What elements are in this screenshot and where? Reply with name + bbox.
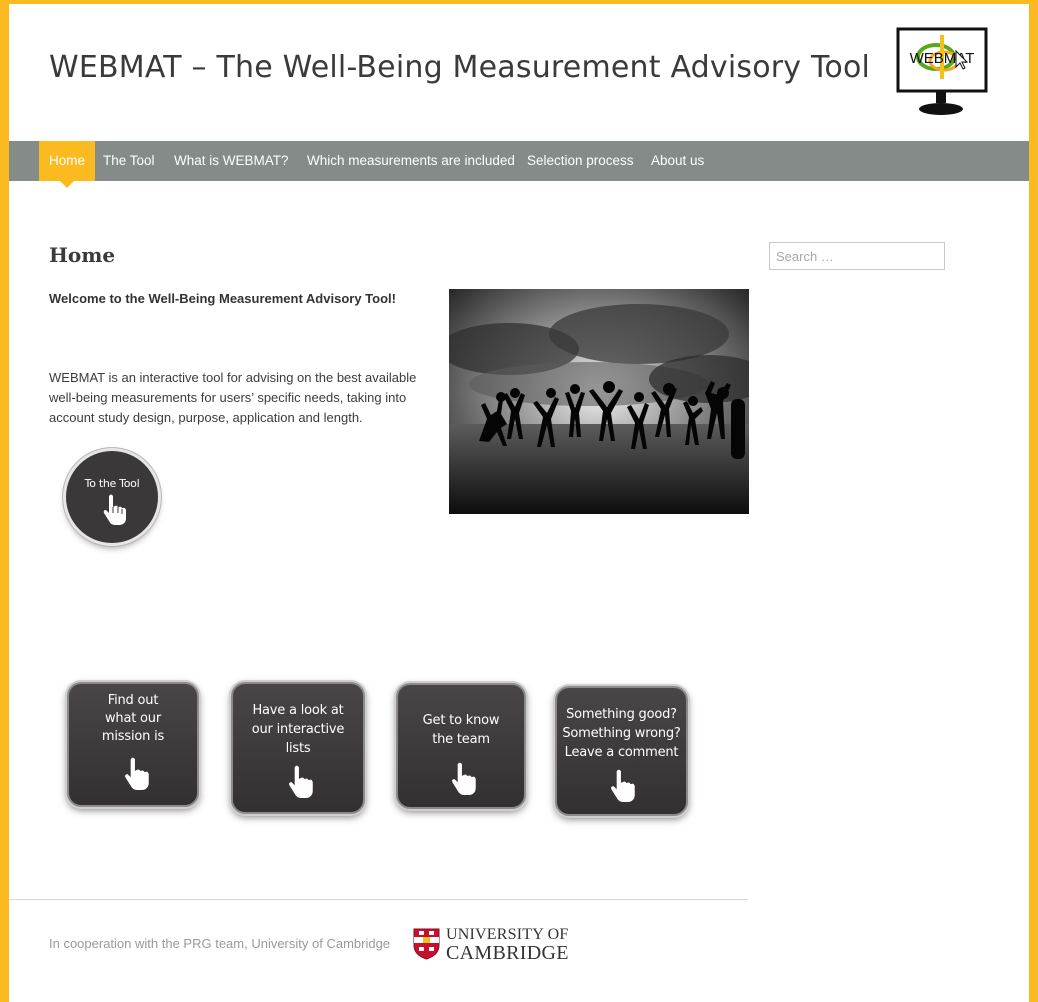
page: WEBMAT – The Well-Being Measurement Advi… [9,4,1029,1002]
main-navigation: Home The Tool What is WEBMAT? Which meas… [9,141,1029,188]
nav-which-measurements[interactable]: Which measurements are included [307,141,515,181]
page-heading: Home [49,243,116,267]
footer-cooperation-text: In cooperation with the PRG team, Univer… [49,936,391,951]
to-the-tool-label: To the Tool [84,477,140,490]
mission-tile-line-3: mission is [101,729,165,744]
webmat-logo[interactable]: WEBMAT [896,27,990,119]
comment-tile-line-2: Something wrong? [562,726,681,741]
pointing-hand-icon [289,765,313,798]
team-tile-line-2: the team [432,732,490,747]
lists-tile-line-2: our interactive [251,722,345,737]
mission-tile-line-1: Find out [107,693,159,708]
cambridge-crest-icon[interactable] [413,928,440,960]
to-the-tool-button[interactable]: To the Tool [66,451,158,543]
interactive-lists-tile-button[interactable]: Have a look at our interactive lists [231,682,365,814]
pointing-hand-icon [125,757,149,790]
team-tile-button[interactable]: Get to know the team [396,683,526,809]
lists-tile-line-1: Have a look at [252,703,344,718]
comment-tile-line-3: Leave a comment [564,745,679,760]
intro-paragraph: WEBMAT is an interactive tool for advisi… [49,370,417,425]
pointing-hand-icon [452,762,476,795]
university-of-cambridge-logo[interactable]: UNIVERSITY OF CAMBRIDGE [446,926,569,964]
search-input[interactable] [769,242,945,270]
pointing-hand-icon [611,769,635,802]
comment-tile-button[interactable]: Something good? Something wrong? Leave a… [555,686,688,816]
nav-home[interactable]: Home [39,141,96,188]
site-title[interactable]: WEBMAT – The Well-Being Measurement Advi… [49,50,870,85]
team-tile-line-1: Get to know [422,713,500,728]
mission-tile-line-2: what our [104,711,161,726]
welcome-heading: Welcome to the Well-Being Measurement Ad… [49,291,396,306]
logo-text: WEBMAT [910,50,975,67]
university-line-2: CAMBRIDGE [446,942,569,964]
hero-image [449,289,749,514]
footer-divider [9,899,748,900]
lists-tile-line-3: lists [285,741,311,756]
nav-selection-process[interactable]: Selection process [527,141,634,181]
pointing-hand-icon [103,494,126,525]
nav-about-us[interactable]: About us [651,141,704,181]
mission-tile-button[interactable]: Find out what our mission is [67,682,199,807]
nav-the-tool[interactable]: The Tool [103,141,155,181]
nav-what-is-webmat[interactable]: What is WEBMAT? [174,141,289,181]
comment-tile-line-1: Something good? [566,707,677,722]
